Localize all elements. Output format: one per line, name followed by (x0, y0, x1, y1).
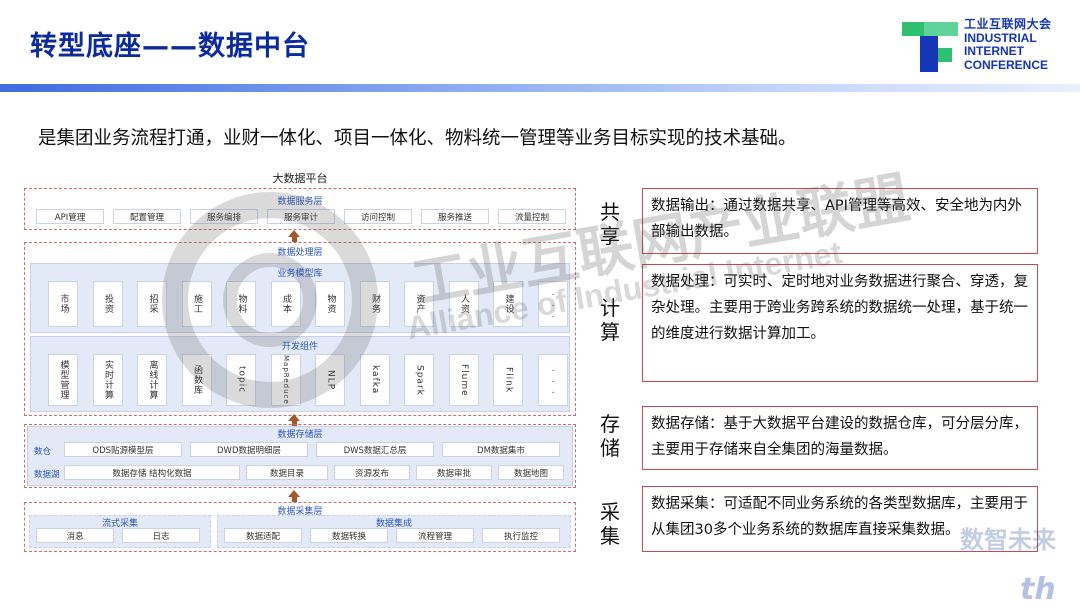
service-chip: 配置管理 (113, 209, 181, 224)
section-desc-compute: 数据处理：可实时、定时地对业务数据进行聚合、穿透，复杂处理。主要用于跨业务跨系统… (642, 264, 1038, 382)
section-label-char: 储 (600, 436, 620, 460)
service-layer-title: 数据服务层 (277, 197, 323, 207)
dev-chip: Flume (448, 354, 479, 406)
section-desc-collect: 数据采集：可适配不同业务系统的各类型数据库，主要用于从集团30多个业务系统的数据… (642, 486, 1038, 552)
business-model-title: 业务模型库 (277, 269, 323, 279)
up-arrow-icon (288, 230, 300, 237)
dev-chip: 实时计算 (92, 354, 123, 406)
dev-chip: ... (537, 354, 568, 406)
model-chip: 物料 (226, 281, 256, 327)
integration-chip: 流程管理 (396, 528, 474, 543)
service-chip: 流量控制 (498, 209, 566, 224)
service-chip: 服务审计 (267, 209, 335, 224)
section-desc-share: 数据输出：通过数据共享、API管理等高效、安全地为内外部输出数据。 (642, 188, 1038, 254)
up-arrow-icon (288, 414, 300, 421)
data-lake-chip: 数据审批 (416, 465, 492, 480)
dev-chip: 离线计算 (137, 354, 167, 406)
warehouse-chip: DWD数据明细层 (190, 442, 308, 457)
service-chip: API管理 (36, 209, 104, 224)
dev-chip: MapReduce (270, 354, 301, 406)
process-layer-title: 数据处理层 (277, 248, 323, 258)
data-lake-chip: 数据目录 (246, 465, 328, 480)
model-chip: 物资 (315, 281, 345, 327)
logo-en-text-3: CONFERENCE (964, 57, 1049, 72)
service-chip: 服务编排 (190, 209, 258, 224)
model-chip: ... (537, 281, 568, 327)
integration-chip: 数据转换 (310, 528, 388, 543)
storage-layer-title: 数据存储层 (277, 430, 323, 440)
page-subtitle: 是集团业务流程打通，业财一体化、项目一体化、物料统一管理等业务目标实现的技术基础… (38, 128, 797, 149)
logo-en-text-1: INDUSTRIAL (964, 30, 1037, 45)
page-title: 转型底座——数据中台 (30, 31, 310, 62)
warehouse-chip: DWS数据汇总层 (316, 442, 434, 457)
logo-cn-text: 工业互联网大会 (964, 17, 1052, 31)
section-label-char: 存 (600, 412, 620, 436)
dev-chip: Spark (404, 354, 434, 406)
up-arrow-icon (288, 490, 300, 497)
section-label-char: 享 (600, 224, 620, 248)
model-chip: 市场 (48, 281, 78, 327)
dev-chip: 模型管理 (48, 354, 78, 406)
watermark-corner-en: th (1020, 572, 1056, 607)
conference-logo-icon (902, 22, 958, 72)
model-chip: 投资 (92, 281, 123, 327)
service-chip: 访问控制 (344, 209, 412, 224)
integration-chip: 数据适配 (224, 528, 302, 543)
model-chip: 资产 (404, 281, 434, 327)
dev-chip: kafka (359, 354, 390, 406)
model-chip: 建设 (493, 281, 523, 327)
section-label-char: 集 (600, 524, 620, 548)
section-label-compute: 计算 (596, 296, 624, 344)
warehouse-chip: ODS贴源模型层 (64, 442, 182, 457)
model-chip: 施工 (181, 281, 212, 327)
data-lake-label: 数据湖 (34, 470, 60, 480)
dev-components-title: 开发组件 (281, 342, 318, 352)
conference-logo: 工业互联网大会 INDUSTRIAL INTERNET CONFERENCE (902, 16, 1062, 76)
section-label-storage: 存储 (596, 412, 624, 460)
dev-chip: topic (226, 354, 256, 406)
model-chip: 成本 (270, 281, 301, 327)
section-label-collect: 采集 (596, 500, 624, 548)
dev-chip: Flink (493, 354, 523, 406)
data-lake-chip: 资源发布 (334, 465, 410, 480)
header-gradient-bar (0, 84, 1080, 92)
section-label-char: 采 (600, 500, 620, 524)
stream-chip: 消息 (36, 528, 114, 543)
big-data-platform-diagram: 大数据平台 数据服务层 API管理 配置管理 服务编排 服务审计 访问控制 服务推送 流量控… (24, 168, 576, 558)
stream-chip: 日志 (122, 528, 200, 543)
section-label-char: 算 (600, 320, 620, 344)
model-chip: 人资 (448, 281, 479, 327)
model-chip: 财务 (359, 281, 390, 327)
section-label-char: 共 (600, 200, 620, 224)
model-chip: 招采 (137, 281, 167, 327)
warehouse-label: 数仓 (34, 447, 52, 457)
section-label-share: 共享 (596, 200, 624, 248)
service-chip: 服务推送 (421, 209, 489, 224)
warehouse-chip: DM数据集市 (442, 442, 560, 457)
logo-en-text-2: INTERNET (964, 44, 1024, 58)
platform-title: 大数据平台 (272, 172, 328, 185)
data-lake-chip: 数据地图 (498, 465, 564, 480)
section-desc-storage: 数据存储：基于大数据平台建设的数据仓库，可分层分库，主要用于存储来自全集团的海量… (642, 406, 1038, 470)
data-lake-chip: 数据存储 结构化数据 (64, 465, 240, 480)
dev-chip: 函数库 (181, 354, 212, 406)
section-label-char: 计 (600, 296, 620, 320)
integration-chip: 执行监控 (482, 528, 560, 543)
dev-chip: NLP (315, 354, 345, 406)
